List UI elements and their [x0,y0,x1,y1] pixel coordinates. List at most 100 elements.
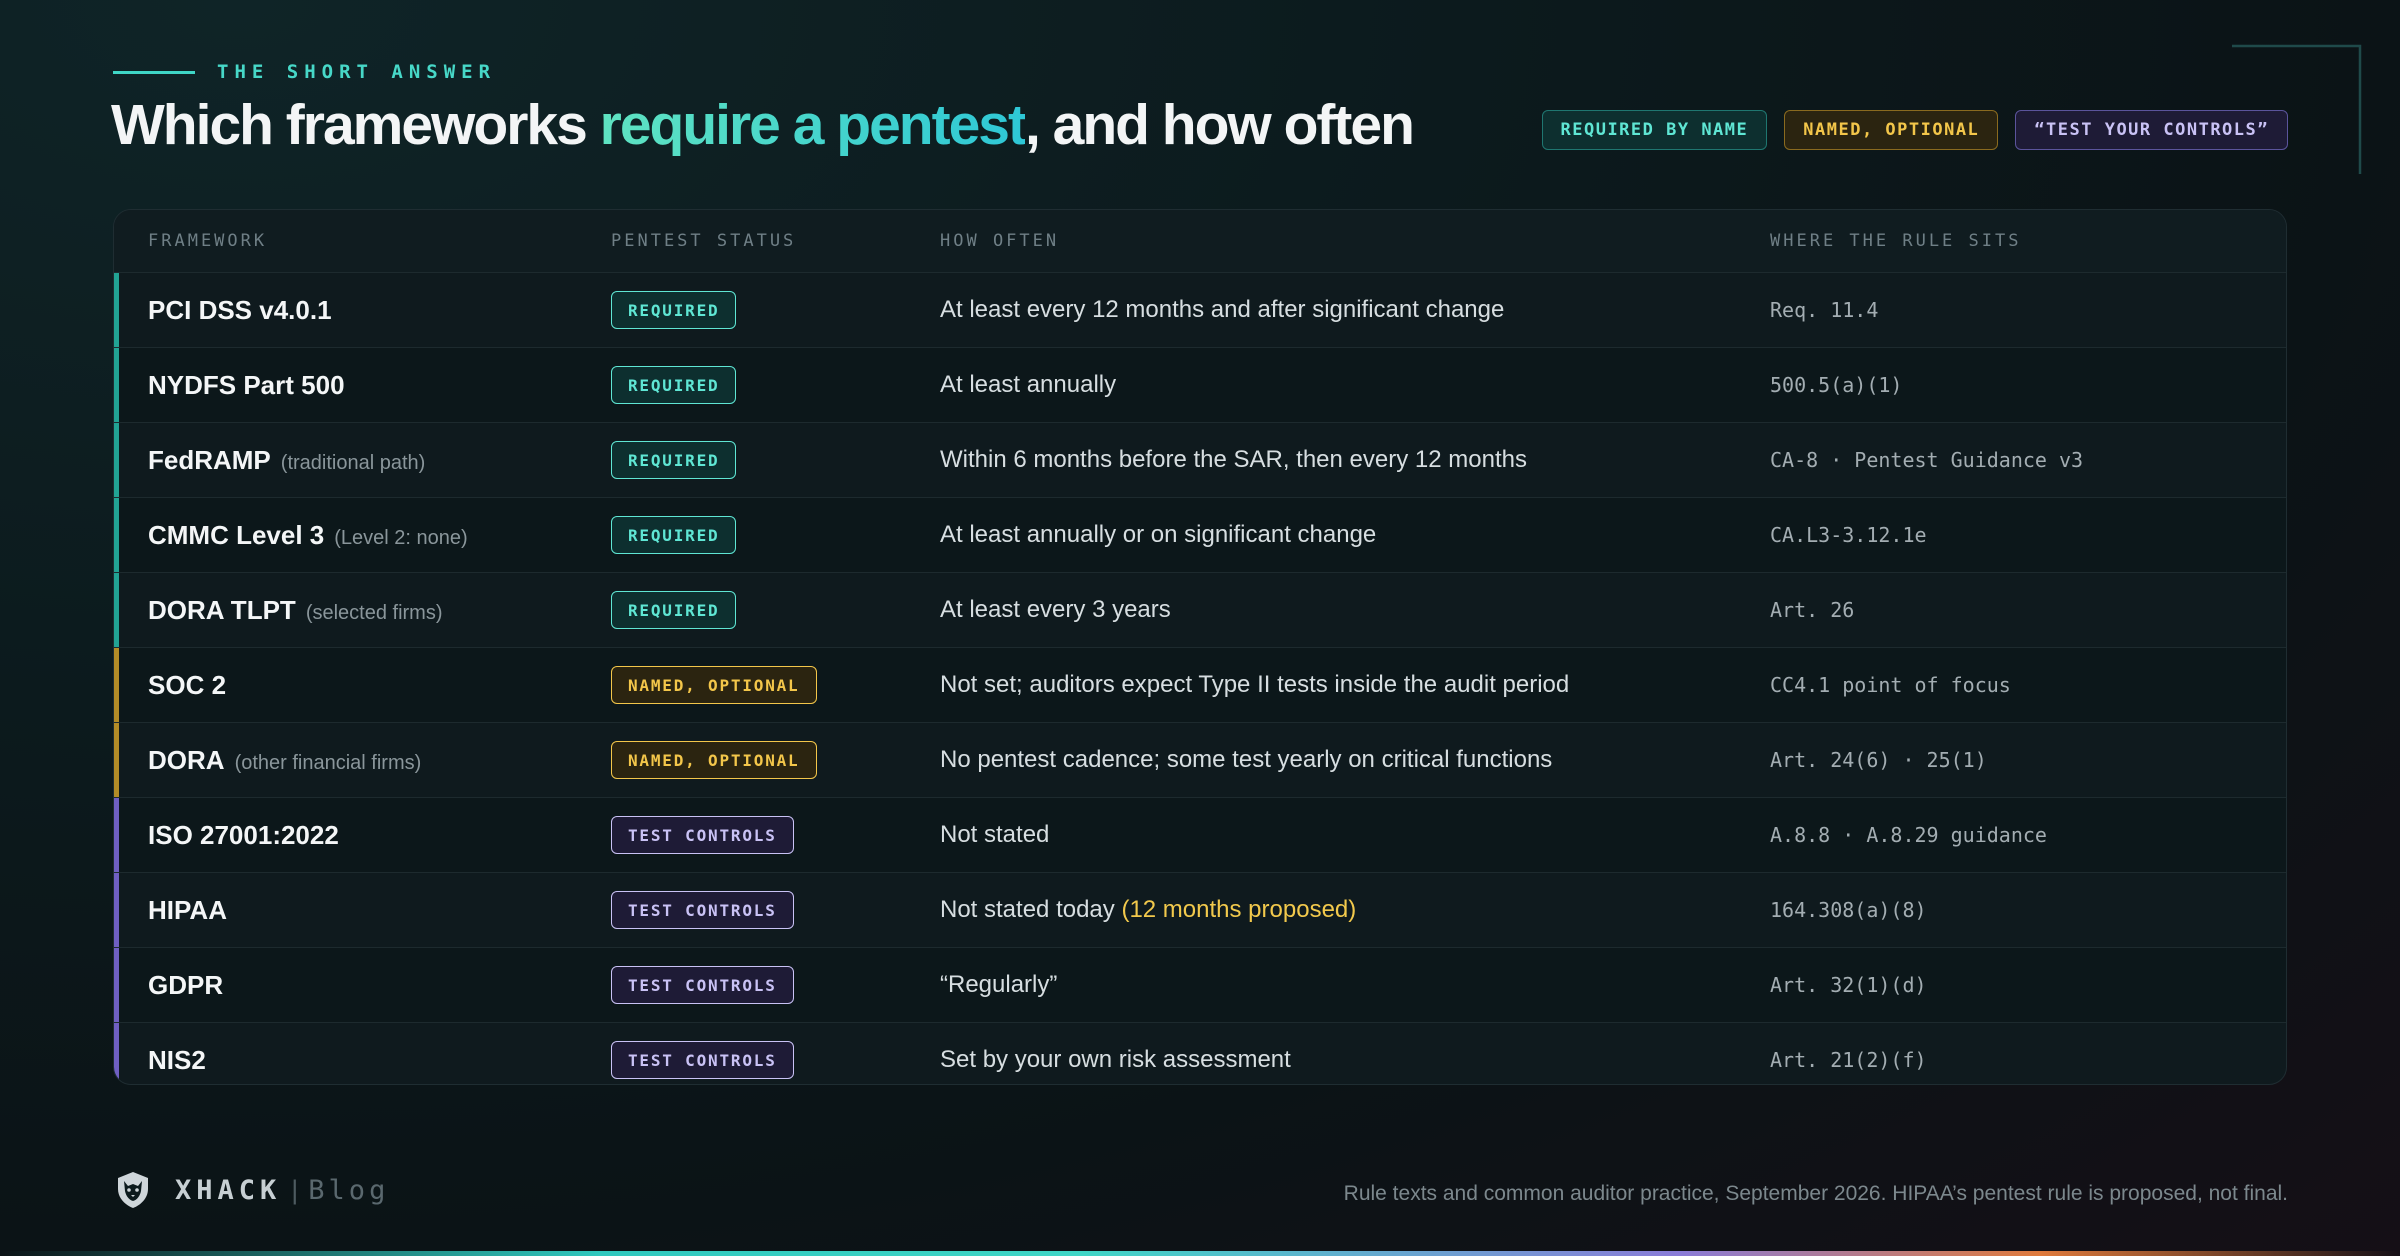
legend-named-optional: NAMED, OPTIONAL [1784,110,1999,150]
how-often-text: “Regularly” [940,971,1058,998]
how-often-cell: “Regularly” [940,971,1057,999]
framework-name: NYDFS Part 500 [148,369,345,400]
status-badge: REQUIRED [611,591,737,629]
framework-note: (Level 2: none) [334,526,468,549]
framework-name: ISO 27001:2022 [148,819,339,850]
row-category-bar [114,348,119,422]
how-often-text: At least annually or on significant chan… [940,521,1377,548]
how-often-cell: At least every 12 months and after signi… [940,296,1504,324]
how-often-cell: Not set; auditors expect Type II tests i… [940,671,1569,699]
table-row: FedRAMP (traditional path) REQUIRED Within … [114,422,2286,497]
framework-name: CMMC Level 3 [148,519,325,550]
table-row: NIS2 TEST CONTROLS Set by your own risk as… [114,1022,2286,1084]
framework-cell: SOC 2 [148,670,226,701]
table-header: FRAMEWORK PENTEST STATUS HOW OFTEN WHERE… [114,210,2286,272]
framework-cell: ISO 27001:2022 [148,820,339,851]
how-often-cell: At least annually or on significant chan… [940,521,1376,549]
status-badge: TEST CONTROLS [611,1041,794,1079]
title-accent: require a pentest [599,93,1027,157]
row-category-bar [114,723,119,797]
framework-name: DORA [148,744,225,775]
corner-decoration [2232,44,2362,174]
rule-reference: CA-8 · Pentest Guidance v3 [1770,448,2084,472]
status-badge: NAMED, OPTIONAL [611,666,817,704]
table-row: DORA TLPT (selected firms) REQUIRED At leas… [114,572,2286,647]
status-badge: TEST CONTROLS [611,816,794,854]
framework-name: FedRAMP [148,444,271,475]
brand: XHACK | Blog [113,1170,389,1210]
how-often-highlight: (12 months proposed) [1121,896,1357,923]
how-often-text: Not stated today [940,896,1122,923]
how-often-text: Set by your own risk assessment [940,1046,1291,1073]
row-category-bar [114,948,119,1022]
rule-reference: Art. 32(1)(d) [1770,973,1927,997]
table-row: HIPAA TEST CONTROLS Not stated today (12 m… [114,872,2286,947]
framework-cell: FedRAMP (traditional path) [148,445,425,476]
table-row: NYDFS Part 500 REQUIRED At least annually 5… [114,347,2286,422]
bottom-gradient-strip [0,1251,2400,1256]
eyebrow-line [113,70,195,74]
table-body: PCI DSS v4.0.1 REQUIRED At least every 12 … [114,272,2286,1084]
brand-section: Blog [308,1174,390,1206]
column-header-pentest-status: PENTEST STATUS [611,231,797,251]
status-badge: REQUIRED [611,291,737,329]
framework-cell: NIS2 [148,1045,206,1076]
wolf-shield-icon [118,1172,148,1208]
footnote: Rule texts and common auditor practice, … [1343,1182,2288,1205]
status-badge: REQUIRED [611,366,737,404]
framework-name: GDPR [148,969,224,1000]
table-row: CMMC Level 3 (Level 2: none) REQUIRED At le… [114,497,2286,572]
rule-reference: 164.308(a)(8) [1770,898,1927,922]
table-row: GDPR TEST CONTROLS “Regularly” Art. 32(1)(d… [114,947,2286,1022]
legend: REQUIRED BY NAME NAMED, OPTIONAL “TEST Y… [1541,110,2288,150]
legend-required-by-name: REQUIRED BY NAME [1541,110,1768,150]
how-often-cell: Not stated today (12 months proposed) [940,896,1356,924]
how-often-cell: At least every 3 years [940,596,1171,624]
status-badge: NAMED, OPTIONAL [611,741,817,779]
title-prefix: Which frameworks [111,93,600,157]
framework-note: (selected firms) [305,601,443,624]
row-category-bar [114,873,119,947]
framework-cell: CMMC Level 3 (Level 2: none) [148,520,468,551]
column-header-where-the-rule-sits: WHERE THE RULE SITS [1770,231,2022,251]
framework-name: HIPAA [148,894,227,925]
how-often-cell: Set by your own risk assessment [940,1046,1291,1074]
how-often-cell: No pentest cadence; some test yearly on … [940,746,1552,774]
framework-name: NIS2 [148,1044,206,1075]
framework-name: SOC 2 [148,669,227,700]
framework-cell: NYDFS Part 500 [148,370,345,401]
rule-reference: Req. 11.4 [1770,298,1879,322]
how-often-text: Within 6 months before the SAR, then eve… [940,446,1527,473]
framework-cell: DORA TLPT (selected firms) [148,595,443,626]
row-category-bar [114,1023,119,1084]
how-often-text: Not stated [940,821,1050,848]
page-title: Which frameworks require a pentest, and … [111,92,1415,158]
table-row: SOC 2 NAMED, OPTIONAL Not set; auditors ex… [114,647,2286,722]
status-badge: TEST CONTROLS [611,966,794,1004]
framework-note: (other financial firms) [234,751,422,774]
rule-reference: Art. 26 [1770,598,1855,622]
row-category-bar [114,498,119,572]
framework-cell: DORA (other financial firms) [148,745,421,776]
rule-reference: Art. 24(6) · 25(1) [1770,748,1987,772]
table-row: ISO 27001:2022 TEST CONTROLS Not stated A.8… [114,797,2286,872]
framework-name: DORA TLPT [148,594,296,625]
legend-test-your-controls: “TEST YOUR CONTROLS” [2015,110,2288,150]
framework-note: (traditional path) [280,451,426,474]
table-row: DORA (other financial firms) NAMED, OPTION… [114,722,2286,797]
how-often-text: At least every 3 years [940,596,1171,623]
how-often-text: Not set; auditors expect Type II tests i… [940,671,1570,698]
row-category-bar [114,273,119,347]
rule-reference: A.8.8 · A.8.29 guidance [1770,823,2047,847]
how-often-text: No pentest cadence; some test yearly on … [940,746,1553,773]
rule-reference: CC4.1 point of focus [1770,673,2011,697]
status-badge: REQUIRED [611,441,737,479]
column-header-framework: FRAMEWORK [148,231,268,251]
how-often-cell: Not stated [940,821,1049,849]
row-category-bar [114,648,119,722]
brand-name: XHACK [175,1174,282,1206]
column-header-how-often: HOW OFTEN [940,231,1060,251]
row-category-bar [114,573,119,647]
eyebrow-text: THE SHORT ANSWER [217,61,497,83]
framework-cell: HIPAA [148,895,227,926]
